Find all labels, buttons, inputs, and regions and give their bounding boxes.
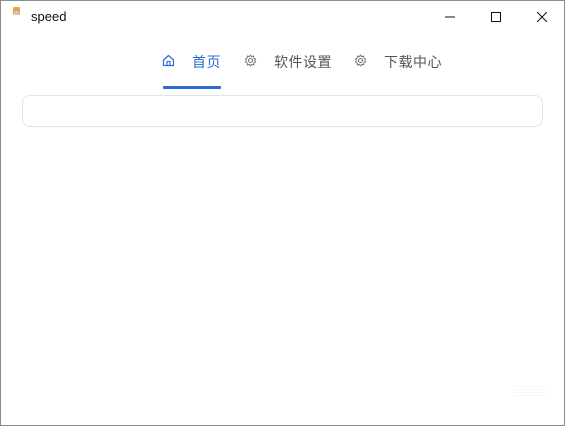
tab-label: 首页 <box>192 55 221 71</box>
maximize-button[interactable] <box>473 1 519 32</box>
minimize-icon <box>445 16 455 17</box>
tab-home[interactable]: 首页 <box>162 45 222 90</box>
title-bar[interactable]: speed <box>1 1 564 32</box>
tab-label: 下载中心 <box>384 55 442 71</box>
tab-download-center[interactable]: 下载中心 <box>354 45 449 90</box>
resize-grip[interactable] <box>513 384 545 396</box>
tab-label: 软件设置 <box>274 55 332 71</box>
home-icon <box>162 54 175 67</box>
app-window: speed 首页 软件设置 下载中心 <box>0 0 565 426</box>
maximize-icon <box>491 11 501 22</box>
close-button[interactable] <box>519 1 564 32</box>
app-icon <box>13 7 20 15</box>
tab-bar: 首页 软件设置 下载中心 <box>1 45 564 90</box>
gear-icon <box>244 54 257 67</box>
gear-icon <box>354 54 367 67</box>
active-tab-indicator <box>163 86 221 89</box>
window-title: speed <box>31 9 67 24</box>
search-input[interactable] <box>22 95 543 127</box>
tab-software-settings[interactable]: 软件设置 <box>244 45 339 90</box>
minimize-button[interactable] <box>427 1 473 32</box>
close-icon <box>537 11 547 22</box>
